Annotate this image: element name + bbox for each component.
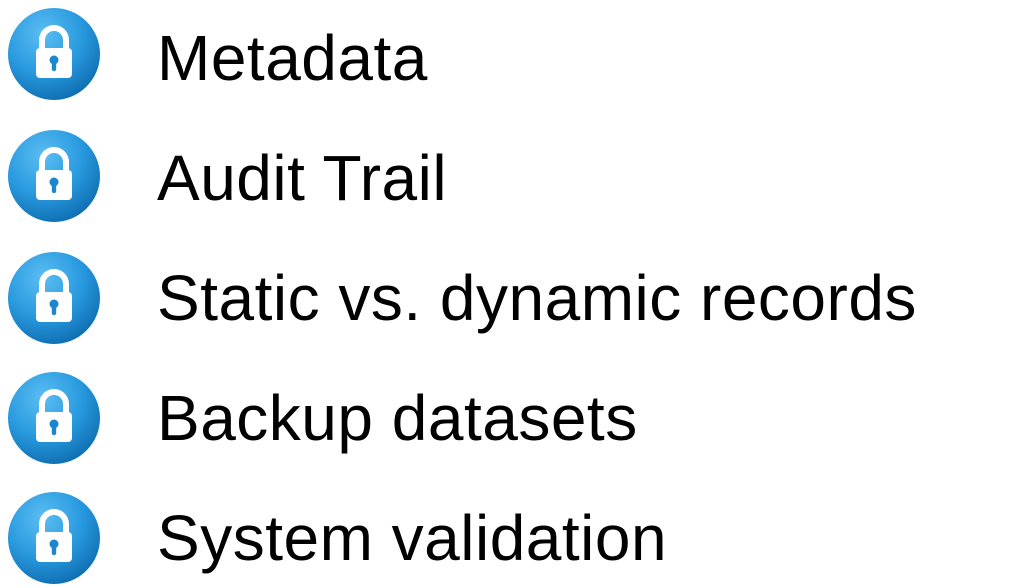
padlock-icon (5, 4, 103, 104)
list-item: Backup datasets (0, 368, 1033, 468)
list-item: Audit Trail (0, 126, 1033, 226)
list-item: Metadata (0, 4, 1033, 104)
bullet-list: Metadata Audit Trail Static vs. dynamic … (0, 0, 1033, 584)
list-item-label: Metadata (157, 22, 428, 94)
list-item-label: System validation (157, 502, 668, 574)
padlock-icon (5, 368, 103, 468)
list-item: System validation (0, 488, 1033, 588)
list-item-label: Audit Trail (157, 142, 448, 214)
padlock-icon (5, 126, 103, 226)
list-item: Static vs. dynamic records (0, 248, 1033, 348)
padlock-icon (5, 488, 103, 588)
list-item-label: Backup datasets (157, 382, 638, 454)
list-item-label: Static vs. dynamic records (157, 262, 917, 334)
padlock-icon (5, 248, 103, 348)
